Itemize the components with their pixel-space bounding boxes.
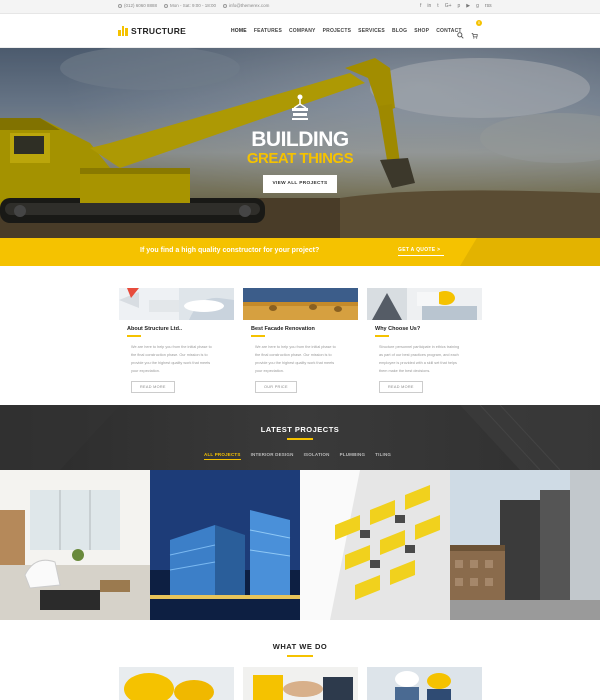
project-tile-interior[interactable]: [0, 470, 150, 620]
rss-icon[interactable]: rss: [485, 3, 492, 9]
feature-text: We are here to help you from the initial…: [131, 344, 212, 373]
github-icon[interactable]: g: [476, 3, 479, 9]
email-info[interactable]: info@themerex.com: [223, 3, 269, 8]
project-tile-towers[interactable]: [450, 470, 600, 620]
mail-icon: [223, 3, 227, 8]
service-thumb-helmets[interactable]: [119, 667, 234, 700]
top-info-bar: (012) 6060 8888 Mon - Sat: 9:00 - 18:00 …: [0, 0, 600, 14]
feature-title: Best Facade Renovation: [251, 326, 315, 332]
feature-text: Structure personnel participate in ethic…: [379, 344, 460, 373]
crane-hook-icon: [292, 94, 308, 120]
phone-text: (012) 6060 8888: [124, 3, 158, 8]
main-nav: HOME FEATURES COMPANY PROJECTS SERVICES …: [231, 28, 462, 34]
quote-cta-bar: If you find a high quality constructor f…: [0, 238, 600, 266]
project-filters: ALL PROJECTS INTERIOR DESIGN ISOLATION P…: [204, 452, 391, 460]
feature-image-why: [367, 288, 482, 320]
view-all-projects-button[interactable]: VIEW ALL PROJECTS: [263, 175, 337, 193]
feature-image-facade: [243, 288, 358, 320]
nav-projects[interactable]: PROJECTS: [323, 28, 352, 34]
cart-button[interactable]: 0: [471, 20, 482, 44]
hours-info: Mon - Sat: 9:00 - 18:00: [164, 3, 216, 8]
social-links: f in t G+ p ▶ g rss: [420, 3, 492, 9]
nav-features[interactable]: FEATURES: [254, 28, 282, 34]
hero-banner: BUILDING GREAT THINGS: [0, 48, 600, 238]
header-icons: 0: [457, 20, 482, 44]
cart-icon: [471, 33, 478, 39]
cart-count-badge: 0: [476, 20, 482, 26]
feature-card-about: About Structure Ltd.. We are here to hel…: [119, 288, 234, 393]
youtube-icon[interactable]: ▶: [466, 3, 470, 9]
nav-blog[interactable]: BLOG: [392, 28, 407, 34]
facebook-icon[interactable]: f: [420, 3, 421, 9]
our-price-button[interactable]: OUR PRICE: [255, 380, 297, 393]
read-more-button[interactable]: READ MORE: [131, 380, 175, 393]
what-we-do-section: WHAT WE DO: [0, 620, 600, 700]
site-header: STRUCTURE HOME FEATURES COMPANY PROJECTS…: [0, 14, 600, 48]
feature-image-about: [119, 288, 234, 320]
filter-isolation[interactable]: ISOLATION: [304, 452, 330, 460]
logo-text: STRUCTURE: [131, 26, 187, 36]
filter-plumbing[interactable]: PLUMBING: [340, 452, 366, 460]
nav-services[interactable]: SERVICES: [358, 28, 385, 34]
cta-text: If you find a high quality constructor f…: [140, 247, 320, 254]
hero-title: BUILDING: [251, 128, 349, 151]
filter-tiling[interactable]: TILING: [375, 452, 391, 460]
search-icon[interactable]: [457, 31, 464, 39]
section-title: WHAT WE DO: [272, 642, 328, 651]
email-text[interactable]: info@themerex.com: [229, 3, 269, 8]
pinterest-icon[interactable]: p: [458, 3, 461, 9]
feature-title: Why Choose Us?: [375, 326, 421, 332]
feature-card-facade: Best Facade Renovation We are here to he…: [243, 288, 358, 393]
clock-icon: [164, 3, 168, 8]
project-tile-buildings[interactable]: [150, 470, 300, 620]
filter-interior-design[interactable]: INTERIOR DESIGN: [251, 452, 294, 460]
feature-text: We are here to help you from the initial…: [255, 344, 336, 373]
feature-card-why: Why Choose Us? Structure personnel parti…: [367, 288, 482, 393]
filter-all-projects[interactable]: ALL PROJECTS: [204, 452, 241, 460]
hero-subtitle: GREAT THINGS: [246, 150, 354, 167]
project-tile-facade[interactable]: [300, 470, 450, 620]
latest-projects-section: LATEST PROJECTS ALL PROJECTS INTERIOR DE…: [0, 405, 600, 470]
phone-info: (012) 6060 8888: [118, 3, 157, 8]
nav-shop[interactable]: SHOP: [414, 28, 429, 34]
service-thumb-handshake[interactable]: [243, 667, 358, 700]
project-gallery: [0, 470, 600, 620]
read-more-button[interactable]: READ MORE: [379, 380, 423, 393]
linkedin-icon[interactable]: in: [427, 3, 431, 9]
nav-company[interactable]: COMPANY: [289, 28, 316, 34]
twitter-icon[interactable]: t: [437, 3, 438, 9]
site-logo[interactable]: STRUCTURE: [118, 26, 186, 36]
get-quote-button[interactable]: GET A QUOTE >: [398, 247, 444, 256]
logo-icon: [118, 26, 128, 36]
phone-icon: [118, 3, 122, 8]
feature-title: About Structure Ltd..: [127, 326, 182, 332]
google-plus-icon[interactable]: G+: [445, 3, 452, 9]
nav-home[interactable]: HOME: [231, 28, 247, 34]
section-title: LATEST PROJECTS: [260, 425, 340, 434]
service-thumb-workers[interactable]: [367, 667, 482, 700]
hours-text: Mon - Sat: 9:00 - 18:00: [170, 3, 217, 8]
